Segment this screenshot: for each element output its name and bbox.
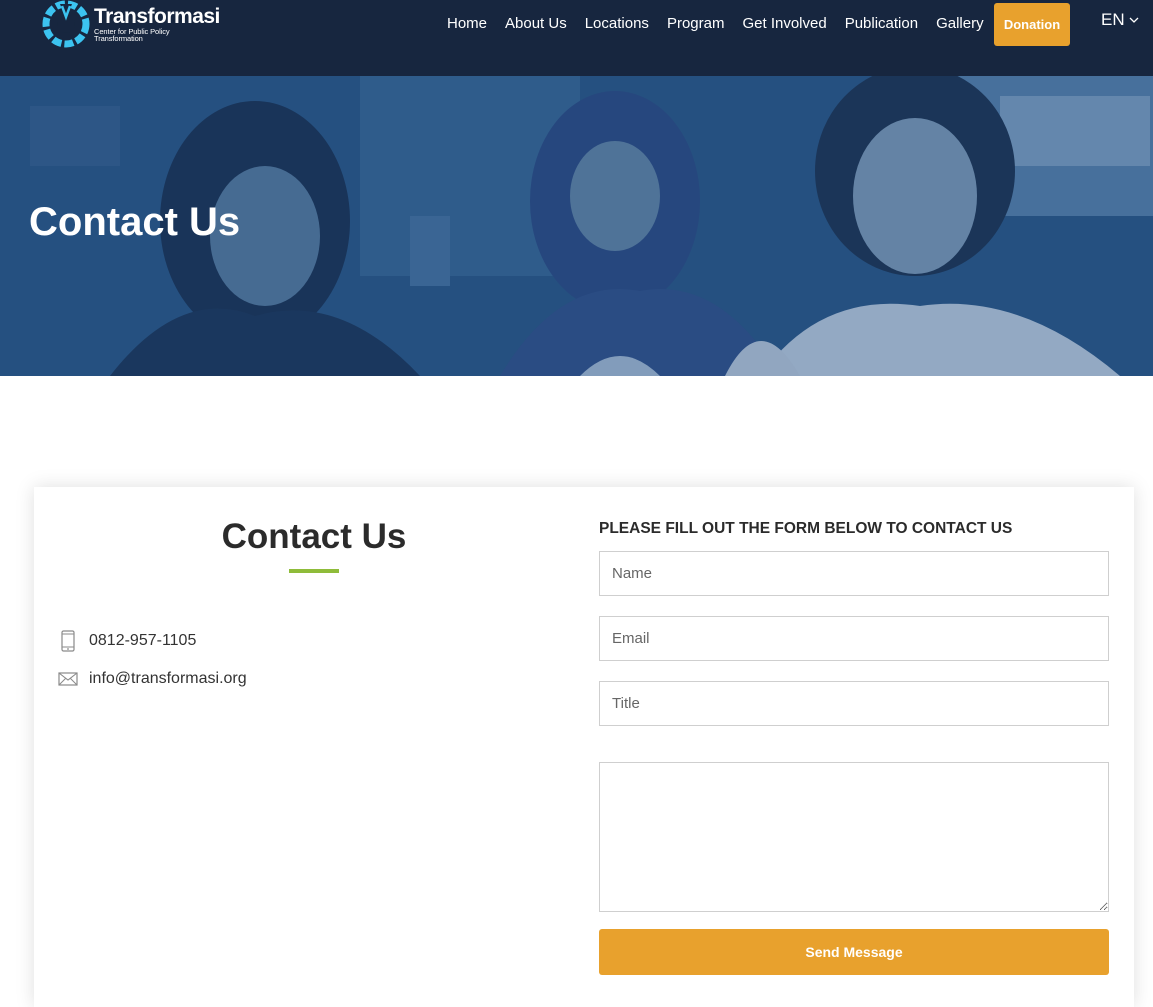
contact-title: Contact Us [221, 517, 407, 556]
send-message-button[interactable]: Send Message [599, 929, 1109, 975]
form-heading: PLEASE FILL OUT THE FORM BELOW TO CONTAC… [599, 520, 1013, 537]
nav-about-us[interactable]: About Us [496, 15, 576, 32]
top-navbar: Transformasi Center for Public Policy Tr… [0, 0, 1153, 76]
email-address: info@transformasi.org [89, 670, 247, 687]
brand-name: Transformasi [94, 4, 220, 28]
title-input[interactable] [599, 681, 1109, 726]
nav-program[interactable]: Program [658, 15, 734, 32]
nav-publication[interactable]: Publication [836, 15, 927, 32]
brand-logo[interactable]: Transformasi Center for Public Policy Tr… [42, 0, 220, 48]
phone-number: 0812-957-1105 [89, 632, 197, 649]
title-underline [289, 569, 339, 573]
language-label: EN [1101, 10, 1125, 29]
name-input[interactable] [599, 551, 1109, 596]
envelope-icon [58, 672, 78, 686]
nav-gallery[interactable]: Gallery [927, 15, 993, 32]
contact-card: Contact Us 0812-957-1105 info@transforma… [34, 487, 1134, 1007]
main-nav: Home About Us Locations Program Get Invo… [438, 0, 993, 46]
nav-home[interactable]: Home [438, 15, 496, 32]
nav-get-involved[interactable]: Get Involved [733, 15, 835, 32]
contact-phone[interactable]: 0812-957-1105 [58, 630, 196, 652]
hero-banner: Contact Us [0, 76, 1153, 376]
email-input[interactable] [599, 616, 1109, 661]
donation-button[interactable]: Donation [994, 3, 1070, 46]
contact-email[interactable]: info@transformasi.org [58, 670, 247, 688]
chevron-down-icon [1129, 17, 1139, 23]
brand-tagline: Center for Public Policy Transformation [94, 26, 170, 43]
nav-locations[interactable]: Locations [576, 15, 658, 32]
circle-logo-icon [42, 0, 90, 48]
message-textarea[interactable] [599, 762, 1109, 912]
language-selector[interactable]: EN [1101, 10, 1139, 30]
hero-title: Contact Us [29, 200, 241, 244]
phone-icon [61, 630, 75, 652]
